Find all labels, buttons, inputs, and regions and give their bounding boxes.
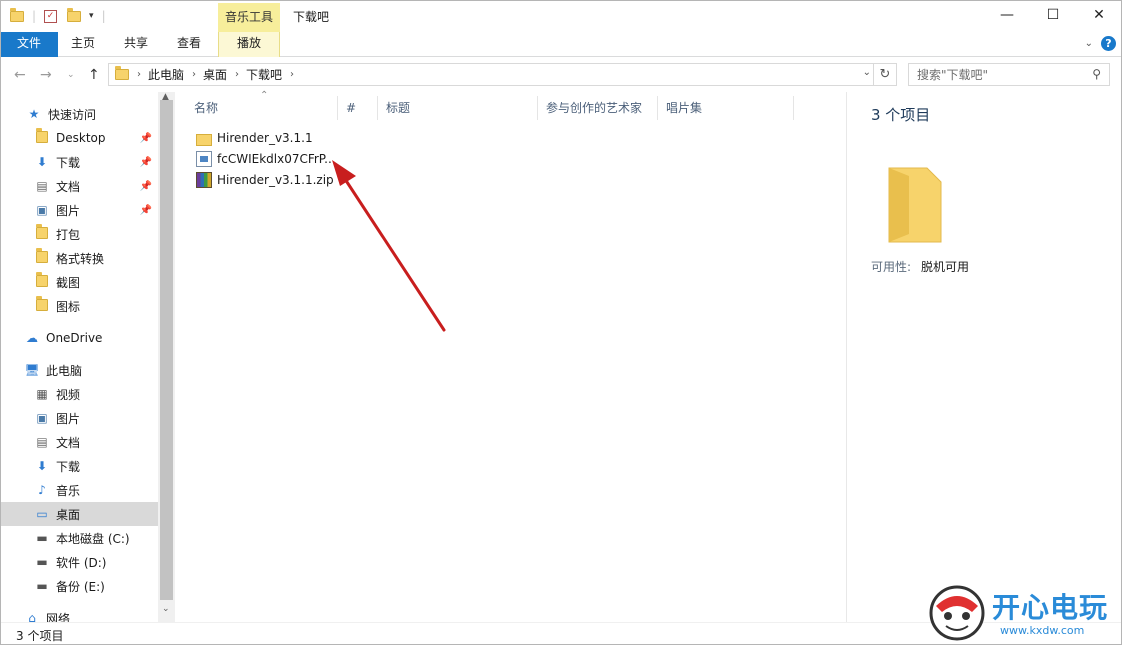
status-text: 3 个项目 — [16, 629, 64, 643]
watermark-title: 开心电玩 — [992, 591, 1109, 624]
item-count: 3 个项目 — [871, 106, 931, 124]
mascot-logo-icon — [929, 585, 985, 641]
watermark-url: www.kxdw.com — [1000, 624, 1085, 637]
folder-preview-icon — [888, 167, 942, 243]
watermark: 开心电玩 www.kxdw.com — [922, 580, 1122, 645]
availability-label: 可用性: — [871, 260, 912, 274]
availability-value: 脱机可用 — [921, 260, 970, 274]
details-pane: 3 个项目 可用性: 脱机可用 — [846, 92, 1122, 622]
